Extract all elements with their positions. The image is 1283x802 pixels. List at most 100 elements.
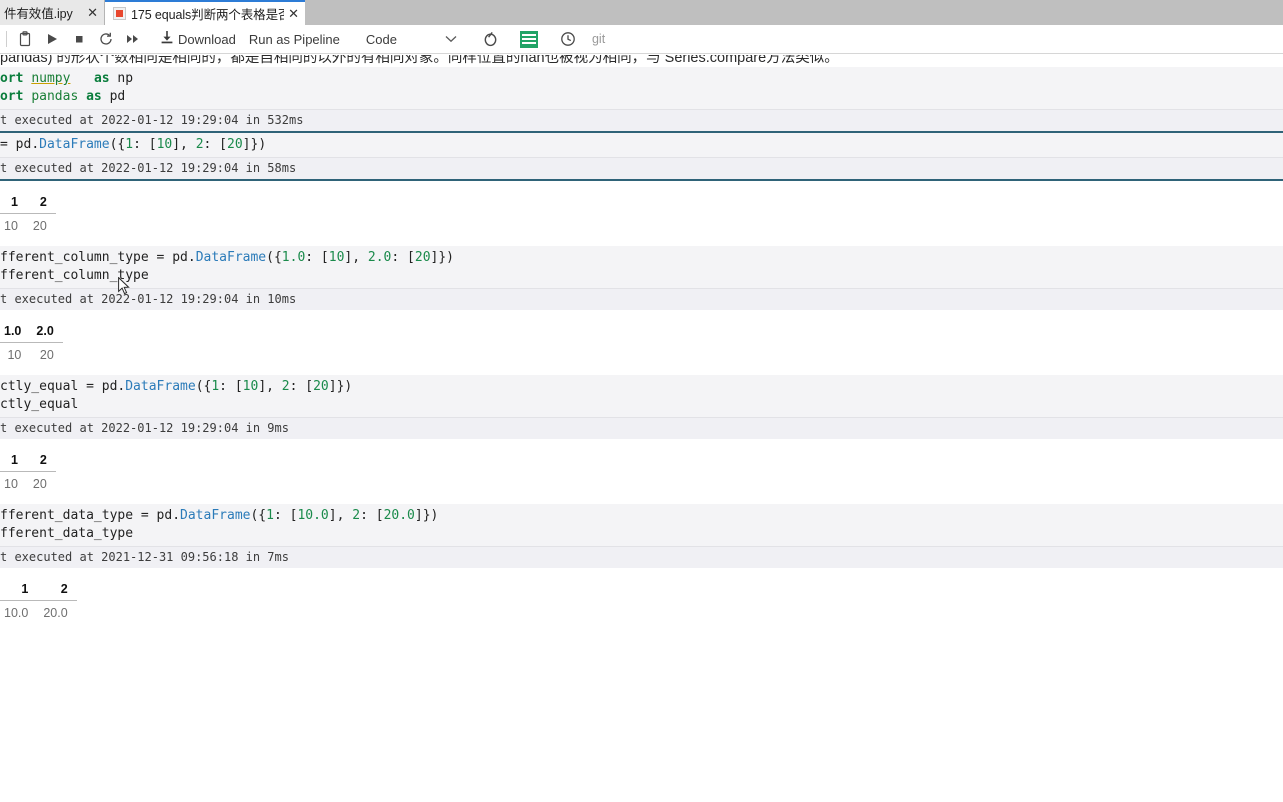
code-token: ort — [0, 89, 32, 104]
notebook-toolbar: Download Run as Pipeline Code git — [0, 25, 1283, 54]
code-token: . — [187, 250, 196, 265]
table-cell: 10 — [4, 477, 18, 491]
code-token: pd — [156, 508, 173, 523]
code-token: pd — [101, 89, 126, 104]
download-icon — [160, 30, 174, 48]
run-as-pipeline-button[interactable]: Run as Pipeline — [242, 32, 347, 47]
editor-tab-label: 件有效值.ipy — [4, 7, 73, 21]
code-token: 2 — [352, 508, 361, 523]
notebook-scroll-area[interactable]: pandas) 的形状个数相同是相同的，都是自相同的以外的有相同对象。同样位置的… — [0, 55, 1283, 802]
toolbar-divider — [6, 31, 7, 47]
table-column-header: 2 — [37, 580, 77, 601]
code-token: : [ — [273, 508, 298, 523]
code-token: 20 — [313, 379, 329, 394]
code-line: fferent_data_type — [0, 525, 1283, 543]
green-sliders-icon[interactable] — [516, 27, 543, 52]
notebook-cell[interactable]: fferent_data_type = pd.DataFrame({1: [10… — [0, 504, 1283, 633]
table-header-row: 1.0 2.0 — [0, 322, 63, 343]
download-label: Download — [178, 31, 236, 47]
code-line: fferent_data_type = pd.DataFrame({1: [10… — [0, 507, 1283, 525]
fast-forward-icon[interactable] — [119, 27, 146, 52]
table-column-header: 1 — [0, 451, 27, 472]
code-token: pd — [15, 137, 32, 152]
table-column-header: 2 — [26, 451, 56, 472]
refresh-icon[interactable] — [92, 27, 119, 52]
git-label[interactable]: git — [582, 32, 605, 46]
code-token: 1 — [266, 508, 274, 523]
code-token: : [ — [305, 250, 329, 265]
code-token: ]}) — [430, 250, 455, 265]
code-token: 1 — [211, 379, 220, 394]
close-icon[interactable]: ✕ — [87, 6, 98, 19]
table-column-header: 1 — [0, 580, 38, 601]
code-line: ctly_equal = pd.DataFrame({1: [10], 2: [… — [0, 378, 1283, 396]
cell-output: 1 2 10 20 — [0, 439, 1283, 504]
cell-code-editor[interactable]: fferent_column_type = pd.DataFrame({1.0:… — [0, 246, 1283, 288]
code-token: 2 — [195, 137, 204, 152]
cell-execution-status: t executed at 2022-01-12 19:29:04 in 9ms — [0, 417, 1283, 439]
table-row: 10.0 20.0 — [0, 601, 77, 624]
table-header-row: 12 — [0, 193, 56, 214]
code-line: = pd.DataFrame({1: [10], 2: [20]}) — [0, 136, 1283, 154]
clipped-markdown-text: pandas) 的形状个数相同是相同的，都是自相同的以外的有相同对象。同样位置的… — [0, 55, 839, 66]
code-token: numpy — [31, 71, 71, 86]
editor-tab-bar: 件有效值.ipy ✕ 175 equals判断两个表格是否 ✕ — [0, 0, 1283, 25]
code-token: : [ — [391, 250, 415, 265]
code-token: . — [172, 508, 181, 523]
notebook-file-icon — [113, 7, 126, 20]
dataframe-table: 1 2 10 20 — [0, 451, 56, 494]
notebook-cell[interactable]: = pd.DataFrame({1: [10], 2: [20]}) t exec… — [0, 131, 1283, 246]
play-icon[interactable] — [38, 27, 65, 52]
close-icon[interactable]: ✕ — [288, 7, 299, 20]
code-token: 10.0 — [297, 508, 329, 523]
code-token: np — [109, 71, 134, 86]
code-token: DataFrame — [195, 250, 267, 265]
dataframe-table: 1.0 2.0 10 20 — [0, 322, 63, 365]
code-token: 10 — [156, 137, 173, 152]
clipboard-icon[interactable] — [11, 27, 38, 52]
download-button[interactable]: Download — [158, 30, 242, 48]
code-token: pd — [172, 250, 188, 265]
code-token: fferent_column_type — [0, 268, 149, 283]
editor-tab-active[interactable]: 175 equals判断两个表格是否 ✕ — [105, 0, 305, 25]
table-cell: 20 — [32, 219, 47, 233]
code-line: fferent_column_type — [0, 267, 1283, 285]
notebook-cell[interactable]: ctly_equal = pd.DataFrame({1: [10], 2: [… — [0, 375, 1283, 504]
tab-bar-empty-area — [305, 0, 1283, 25]
circular-arrow-icon[interactable] — [477, 27, 504, 52]
clipped-markdown-line: pandas) 的形状个数相同是相同的，都是自相同的以外的有相同对象。同样位置的… — [0, 55, 1283, 67]
code-token: ({ — [250, 508, 267, 523]
code-token: ({ — [109, 137, 126, 152]
clock-icon[interactable] — [555, 27, 582, 52]
code-line: fferent_column_type = pd.DataFrame({1.0:… — [0, 249, 1283, 267]
notebook-cells: ort numpy as np ort pandas as pd t execute… — [0, 67, 1283, 633]
table-column-header: 1.0 — [0, 322, 31, 343]
notebook-cell[interactable]: fferent_column_type = pd.DataFrame({1.0:… — [0, 246, 1283, 375]
code-token: ({ — [266, 250, 282, 265]
code-token: ort — [0, 71, 32, 86]
chevron-down-icon[interactable] — [438, 27, 465, 52]
notebook-cell[interactable]: ort numpy as np ort pandas as pd t execute… — [0, 67, 1283, 131]
code-token: 1.0 — [281, 250, 306, 265]
editor-tab-inactive[interactable]: 件有效值.ipy ✕ — [0, 0, 105, 25]
code-token: = — [86, 379, 102, 394]
cell-code-editor[interactable]: = pd.DataFrame({1: [10], 2: [20]}) — [0, 131, 1283, 157]
code-token: ]}) — [242, 137, 267, 152]
code-token: 20.0 — [383, 508, 415, 523]
table-row: 10 20 — [0, 472, 56, 495]
table-cell: 20 — [32, 477, 47, 491]
code-token: : [ — [289, 379, 314, 394]
code-token: ], — [258, 379, 282, 394]
cell-code-editor[interactable]: fferent_data_type = pd.DataFrame({1: [10… — [0, 504, 1283, 546]
table-cell: 10.0 — [4, 606, 29, 620]
cell-output: 1 2 10 20 — [0, 181, 1283, 246]
cell-type-select[interactable]: Code — [359, 32, 404, 47]
cell-code-editor[interactable]: ort numpy as np ort pandas as pd — [0, 67, 1283, 109]
cell-code-editor[interactable]: ctly_equal = pd.DataFrame({1: [10], 2: [… — [0, 375, 1283, 417]
table-column-header: 1 — [0, 193, 27, 214]
table-header-row: 12 — [0, 451, 56, 472]
stop-icon[interactable] — [65, 27, 92, 52]
code-token: : [ — [203, 137, 228, 152]
